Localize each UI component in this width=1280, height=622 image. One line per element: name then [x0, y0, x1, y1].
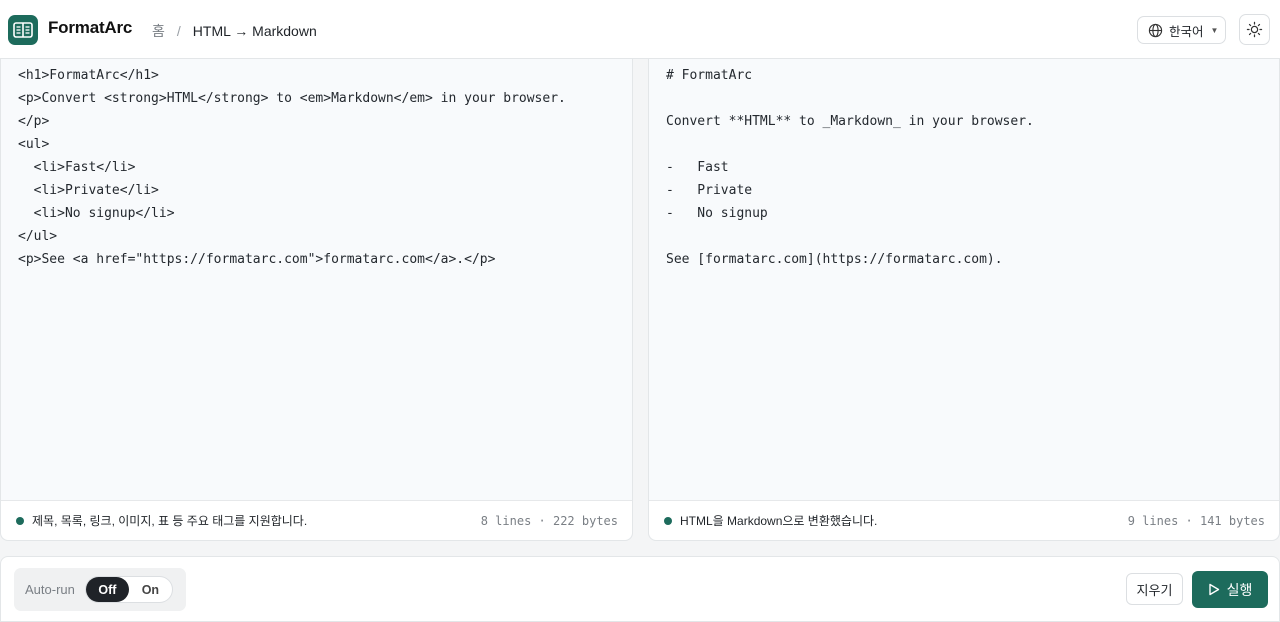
clear-button[interactable]: 지우기: [1126, 573, 1183, 605]
output-stats: 9 lines · 141 bytes: [1127, 513, 1265, 528]
breadcrumb-home-link[interactable]: 홈: [152, 21, 165, 41]
status-dot-icon: [664, 516, 672, 525]
run-button[interactable]: 실행: [1192, 571, 1268, 608]
autorun-toggle[interactable]: Off On: [84, 576, 173, 603]
run-button-label: 실행: [1226, 581, 1253, 598]
breadcrumb-separator: /: [176, 23, 181, 39]
html-input-panel: <h1>FormatArc</h1> <p>Convert <strong>HT…: [0, 59, 633, 541]
markdown-output-panel: # FormatArc Convert **HTML** to _Markdow…: [648, 59, 1280, 541]
language-label: 한국어: [1169, 24, 1204, 39]
input-panel-footer: 제목, 목록, 링크, 이미지, 표 등 주요 태그를 지원합니다. 8 lin…: [1, 500, 632, 540]
output-status-text: HTML을 Markdown으로 변환했습니다.: [680, 514, 878, 528]
input-stats: 8 lines · 222 bytes: [480, 513, 618, 528]
theme-toggle-button[interactable]: [1239, 14, 1270, 45]
sun-icon: [1246, 21, 1263, 38]
output-panel-footer: HTML을 Markdown으로 변환했습니다. 9 lines · 141 b…: [649, 500, 1279, 540]
markdown-output-editor[interactable]: # FormatArc Convert **HTML** to _Markdow…: [666, 64, 1269, 271]
status-dot-icon: [16, 516, 24, 525]
action-bar: Auto-run Off On 지우기 실행: [0, 556, 1280, 622]
globe-icon: [1148, 23, 1163, 38]
breadcrumb: 홈 / HTML → Markdown: [152, 21, 317, 41]
input-status-text: 제목, 목록, 링크, 이미지, 표 등 주요 태그를 지원합니다.: [32, 514, 308, 528]
autorun-on-option[interactable]: On: [129, 577, 172, 602]
header: FormatArc 홈 / HTML → Markdown 한국어 ▼: [0, 0, 1280, 59]
breadcrumb-current: HTML → Markdown: [192, 23, 317, 39]
app-logo-icon[interactable]: [8, 15, 38, 45]
chevron-down-icon: ▼: [1210, 25, 1219, 35]
autorun-label: Auto-run: [25, 582, 75, 597]
html-input-editor[interactable]: <h1>FormatArc</h1> <p>Convert <strong>HT…: [18, 64, 622, 271]
play-icon: [1208, 583, 1220, 596]
language-selector[interactable]: 한국어 ▼: [1137, 16, 1226, 44]
brand-name[interactable]: FormatArc: [48, 18, 132, 38]
autorun-off-option[interactable]: Off: [85, 577, 129, 602]
autorun-control: Auto-run Off On: [14, 568, 186, 611]
